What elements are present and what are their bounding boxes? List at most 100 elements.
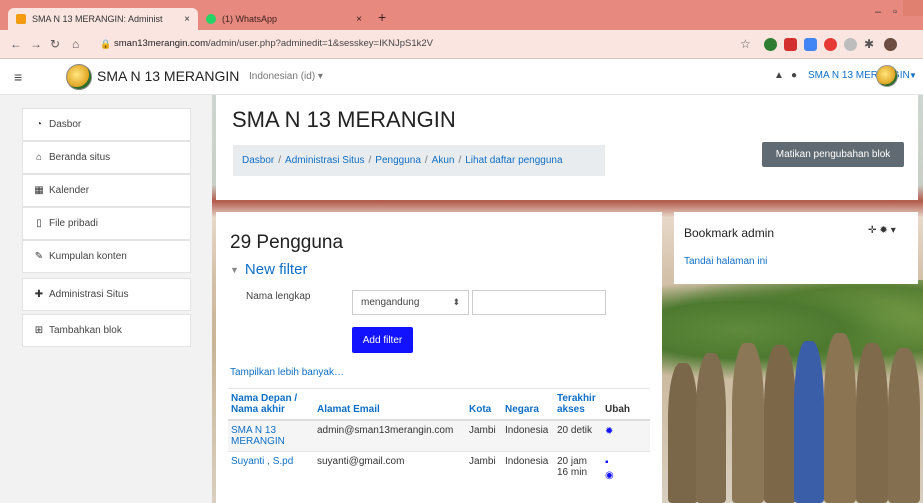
browser-tab-moodle[interactable]: SMA N 13 MERANGIN: Administ × [8, 8, 198, 30]
avatar[interactable] [876, 65, 898, 87]
sidebar-item-label: Administrasi Situs [49, 289, 129, 300]
breadcrumb-item-akun[interactable]: Akun [432, 155, 455, 166]
sidebar-item-beranda-situs[interactable]: ⌂ Beranda situs [22, 141, 191, 174]
breadcrumb-item-pengguna[interactable]: Pengguna [375, 155, 421, 166]
url-field[interactable]: sman13merangin.com/admin/user.php?admine… [114, 38, 433, 49]
column-header-last-access[interactable]: Terakhir akses [554, 388, 602, 421]
sidebar-item-tambahkan-blok[interactable]: ⊞ Tambahkan blok [22, 314, 191, 347]
extension-icon[interactable] [804, 38, 817, 51]
sidebar-item-kalender[interactable]: ▦ Kalender [22, 174, 191, 207]
filter-operator-select[interactable]: mengandung ⬍ [352, 290, 469, 315]
column-header-name[interactable]: Nama Depan / Nama akhir [228, 388, 314, 421]
person-figure [764, 345, 796, 503]
sidebar-item-dasbor[interactable]: ◔ Dasbor [22, 108, 191, 141]
table-row: Suyanti , S.pd suyanti@gmail.com Jambi I… [228, 451, 650, 486]
address-bar-row: ← → ↻ ⌂ 🔒 sman13merangin.com/admin/user.… [0, 30, 923, 59]
bookmark-star-icon[interactable]: ☆ [740, 37, 751, 51]
bell-icon[interactable]: ▲ [774, 70, 784, 81]
extension-icon[interactable] [764, 38, 777, 51]
user-city-cell: Jambi [466, 419, 502, 452]
sidebar-item-label: Kalender [49, 185, 90, 196]
sidebar-item-kumpulan-konten[interactable]: ✎ Kumpulan konten [22, 240, 191, 273]
chevron-down-icon[interactable]: ▾ [891, 225, 899, 236]
person-figure [824, 333, 856, 503]
menu-toggle-icon[interactable]: ≡ [14, 69, 22, 85]
add-filter-button[interactable]: Add filter [352, 327, 413, 353]
last-access-line1: 20 detik [557, 425, 593, 436]
person-figure [668, 363, 698, 503]
turn-editing-off-button[interactable]: Matikan pengubahan blok [762, 142, 904, 167]
table-header-row: Nama Depan / Nama akhir Alamat Email Kot… [228, 388, 650, 421]
gear-icon[interactable]: ✹ [605, 425, 647, 438]
person-figure [696, 353, 726, 503]
browser-tab-bar: SMA N 13 MERANGIN: Administ × (1) WhatsA… [0, 0, 923, 30]
user-city-cell: Jambi [466, 451, 502, 486]
chevron-down-icon[interactable]: ▼ [909, 71, 917, 80]
new-filter-toggle[interactable]: ▼ New filter [230, 261, 307, 278]
column-header-email[interactable]: Alamat Email [314, 388, 466, 421]
breadcrumb-item-dasbor[interactable]: Dasbor [242, 155, 274, 166]
user-email-cell: suyanti@gmail.com [314, 451, 466, 486]
eye-icon[interactable]: ◉ [605, 469, 647, 482]
language-menu[interactable]: Indonesian (id) ▾ [249, 71, 323, 82]
new-tab-button[interactable]: + [378, 9, 386, 25]
adblock-icon[interactable] [824, 38, 837, 51]
column-header-city[interactable]: Kota [466, 388, 502, 421]
user-name-link[interactable]: Suyanti , S.pd [231, 456, 293, 467]
close-window-button[interactable] [903, 0, 923, 16]
plus-square-icon: ⊞ [34, 325, 44, 336]
extension-icon[interactable] [844, 38, 857, 51]
last-access-line2: 16 min [557, 467, 588, 478]
close-tab-icon[interactable]: × [356, 14, 362, 25]
trash-icon[interactable]: ▪ [605, 456, 647, 469]
breadcrumb-item-administrasi[interactable]: Administrasi Situs [285, 155, 364, 166]
user-name-link[interactable]: SMA N 13 [231, 425, 276, 436]
file-icon: ▯ [36, 218, 42, 229]
tab-title: SMA N 13 MERANGIN: Administ [32, 14, 163, 24]
breadcrumb-separator: / [278, 155, 282, 166]
caret-down-icon: ▼ [230, 265, 239, 276]
sidebar-item-label: Tambahkan blok [49, 325, 122, 336]
minimize-icon[interactable]: – [875, 6, 881, 18]
move-icon[interactable]: ✛ [868, 225, 879, 236]
home-icon: ⌂ [35, 152, 43, 163]
breadcrumb: Dasbor / Administrasi Situs / Pengguna /… [233, 145, 605, 176]
school-logo[interactable] [66, 64, 92, 90]
bookmark-admin-block: Bookmark admin ✛✹▾ Tandai halaman ini [674, 212, 918, 284]
filter-value-input[interactable] [472, 290, 606, 315]
user-name-cell[interactable]: Suyanti , S.pd [228, 451, 314, 486]
site-name-link[interactable]: SMA N 13 MERANGIN [97, 68, 239, 84]
extension-icon[interactable] [784, 38, 797, 51]
show-more-link[interactable]: Tampilkan lebih banyak… [230, 367, 344, 378]
home-icon[interactable]: ⌂ [72, 37, 79, 51]
bookmark-page-link[interactable]: Tandai halaman ini [684, 256, 767, 267]
user-name-cell[interactable]: SMA N 13 MERANGIN [228, 419, 314, 452]
close-tab-icon[interactable]: × [184, 14, 190, 25]
calendar-icon: ▦ [34, 185, 44, 196]
header-last-line2: akses [557, 404, 585, 415]
sidebar-item-label: Kumpulan konten [49, 251, 127, 262]
sidebar-item-administrasi-situs[interactable]: ✚ Administrasi Situs [22, 278, 191, 311]
forward-icon[interactable]: → [30, 37, 42, 51]
gear-icon[interactable]: ✹ [879, 225, 890, 236]
maximize-icon[interactable]: ▫ [893, 6, 897, 18]
left-sidebar: ◔ Dasbor ⌂ Beranda situs ▦ Kalender ▯ Fi… [0, 95, 212, 503]
puzzle-icon[interactable]: ✱ [864, 37, 874, 51]
column-header-country[interactable]: Negara [502, 388, 554, 421]
sidebar-item-file-pribadi[interactable]: ▯ File pribadi [22, 207, 191, 240]
whatsapp-favicon-icon [206, 14, 216, 24]
users-count-heading: 29 Pengguna [230, 232, 344, 253]
page-header: SMA N 13 MERANGIN Dasbor / Administrasi … [216, 95, 918, 200]
breadcrumb-item-daftar-pengguna[interactable]: Lihat daftar pengguna [465, 155, 562, 166]
tab-title: (1) WhatsApp [222, 14, 278, 24]
reload-icon[interactable]: ↻ [50, 37, 60, 51]
message-icon[interactable]: ● [791, 70, 797, 81]
user-name-link[interactable]: MERANGIN [231, 436, 285, 447]
user-last-access-cell: 20 jam 16 min [554, 451, 602, 486]
site-navbar: ≡ SMA N 13 MERANGIN Indonesian (id) ▾ ▲ … [0, 59, 923, 95]
sidebar-item-label: Beranda situs [49, 152, 111, 163]
select-arrows-icon: ⬍ [452, 297, 460, 307]
browser-tab-whatsapp[interactable]: (1) WhatsApp × [198, 8, 370, 30]
back-icon[interactable]: ← [10, 37, 22, 51]
profile-icon[interactable] [884, 38, 897, 51]
